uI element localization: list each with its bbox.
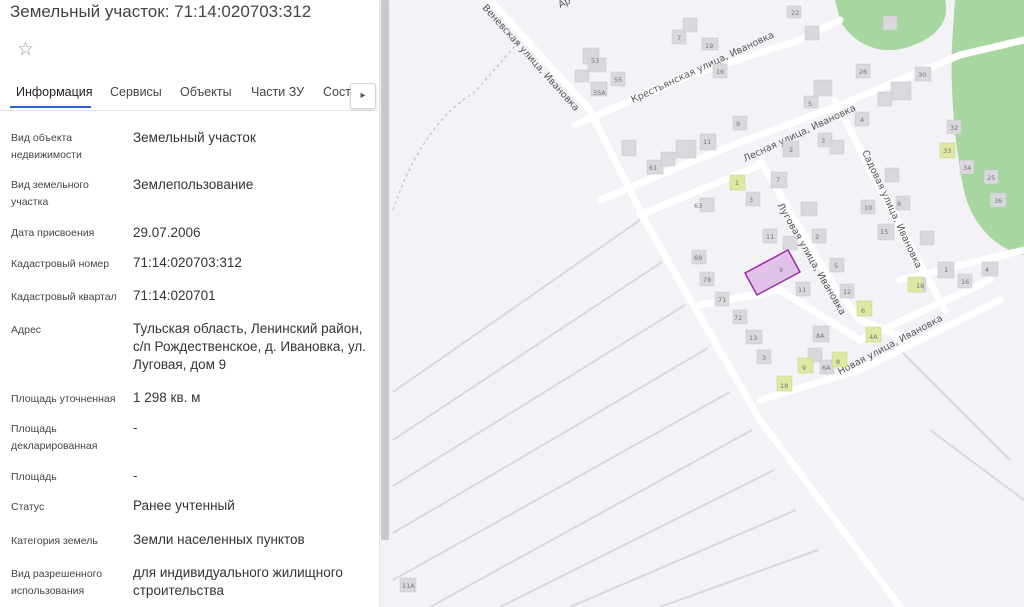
field-value-permitted-use: для индивидуального жилищного строительс… [133,565,343,598]
svg-text:11: 11 [798,286,806,294]
field-label-object-type: Вид объекта недвижимости [11,132,82,161]
svg-text:15: 15 [880,228,888,236]
forest-area [951,0,1024,255]
svg-text:11А: 11А [402,582,415,590]
svg-text:72: 72 [734,314,742,322]
svg-text:2: 2 [789,146,793,154]
scrollbar-thumb[interactable] [381,0,389,540]
field-label-area: Площадь [11,471,57,483]
buildings [399,5,1007,593]
svg-text:33: 33 [943,147,951,155]
info-panel: Земельный участок: 71:14:020703:312 ☆ Ин… [0,0,378,607]
svg-text:36: 36 [994,197,1002,205]
svg-text:5: 5 [834,262,838,270]
svg-text:55: 55 [614,76,622,84]
svg-text:9: 9 [736,120,740,128]
svg-text:61: 61 [649,164,657,172]
street-label-venevskaya: Веневская улица, Ивановка [480,3,581,114]
field-label-cadastral-number: Кадастровый номер [11,258,110,270]
svg-text:18: 18 [916,282,924,290]
field-value-assigned-date: 29.07.2006 [133,225,201,240]
field-label-area-specified: Площадь уточненная [11,393,116,405]
field-label-land-category: Категория земель [11,535,98,547]
field-label-permitted-use: Вид разрешенного использования [11,568,103,597]
svg-text:6А: 6А [822,364,831,372]
panel-scrollbar[interactable] [379,0,390,607]
svg-text:25: 25 [987,174,995,182]
svg-text:13: 13 [749,334,757,342]
svg-text:26: 26 [859,68,867,76]
field-value-address: Тульская область, Ленинский район, с/п Р… [133,321,367,372]
svg-text:6: 6 [861,307,865,315]
svg-text:9: 9 [779,266,783,274]
field-label-assigned-date: Дата присвоения [11,227,95,239]
field-value-object-type: Земельный участок [133,130,256,145]
field-value-cadastral-number: 71:14:020703:312 [133,255,242,270]
svg-text:35А: 35А [593,89,606,97]
tab-bar: Информация Сервисы Объекты Части ЗУ Сост… [0,78,378,111]
svg-text:32: 32 [950,124,958,132]
svg-text:71: 71 [718,296,726,304]
street-label-partial: Ар [557,0,573,11]
svg-text:8: 8 [897,200,901,208]
house-number-labels: 22 7 19 16 53 55 35А 26 30 9 5 4 2 11 61… [402,9,1002,590]
tab-information[interactable]: Информация [16,85,93,99]
svg-text:8: 8 [836,358,840,366]
svg-text:16: 16 [716,68,724,76]
svg-text:1: 1 [735,179,739,187]
svg-text:1: 1 [944,266,948,274]
field-value-land-category: Земли населенных пунктов [133,532,305,547]
svg-text:3: 3 [821,137,825,145]
star-icon[interactable]: ☆ [17,40,34,60]
field-value-area-declared: - [133,420,138,435]
svg-text:63: 63 [694,202,702,210]
svg-text:34: 34 [963,164,971,172]
svg-text:30: 30 [918,71,926,79]
active-tab-indicator [10,106,91,108]
field-value-area-specified: 1 298 кв. м [133,390,201,405]
svg-text:5: 5 [808,100,812,108]
svg-text:16: 16 [961,278,969,286]
page-title: Земельный участок: 71:14:020703:312 [10,2,312,21]
roads [486,0,1024,607]
svg-text:78: 78 [703,276,711,284]
svg-text:19: 19 [705,42,713,50]
field-value-area: - [133,468,138,483]
field-label-address: Адрес [11,324,42,336]
svg-text:8А: 8А [816,332,825,340]
field-value-cadastral-quarter: 71:14:020701 [133,288,216,303]
svg-text:22: 22 [791,9,799,17]
tabs-scroll-right-button[interactable]: ▸ [350,83,376,109]
map-canvas[interactable]: Веневская улица, Ивановка Крестьянская у… [390,0,1024,607]
svg-text:4: 4 [860,116,864,124]
svg-text:69: 69 [694,254,702,262]
svg-text:7: 7 [776,176,780,184]
field-label-status: Статус [11,501,45,513]
tab-services[interactable]: Сервисы [110,85,162,99]
field-label-area-declared: Площадь декларированная [11,423,98,452]
svg-text:3: 3 [762,354,766,362]
svg-text:4А: 4А [869,333,878,341]
svg-text:7: 7 [677,34,681,42]
footpath [392,39,521,211]
svg-text:12: 12 [843,288,851,296]
cadastral-map[interactable]: Веневская улица, Ивановка Крестьянская у… [390,0,1024,607]
field-label-cadastral-quarter: Кадастровый квартал [11,291,117,303]
svg-text:2: 2 [815,233,819,241]
svg-text:9: 9 [802,364,806,372]
svg-text:10: 10 [864,204,872,212]
chevron-right-icon: ▸ [360,90,366,101]
svg-text:11: 11 [703,138,711,146]
svg-text:53: 53 [591,57,599,65]
svg-text:18: 18 [780,382,788,390]
svg-text:4: 4 [985,266,989,274]
svg-text:3: 3 [749,196,753,204]
tab-objects[interactable]: Объекты [180,85,232,99]
svg-text:11: 11 [766,233,774,241]
field-value-parcel-type: Землепользование [133,177,254,192]
field-value-status: Ранее учтенный [133,498,235,513]
tab-parts[interactable]: Части ЗУ [251,85,304,99]
field-label-parcel-type: Вид земельного участка [11,179,89,208]
